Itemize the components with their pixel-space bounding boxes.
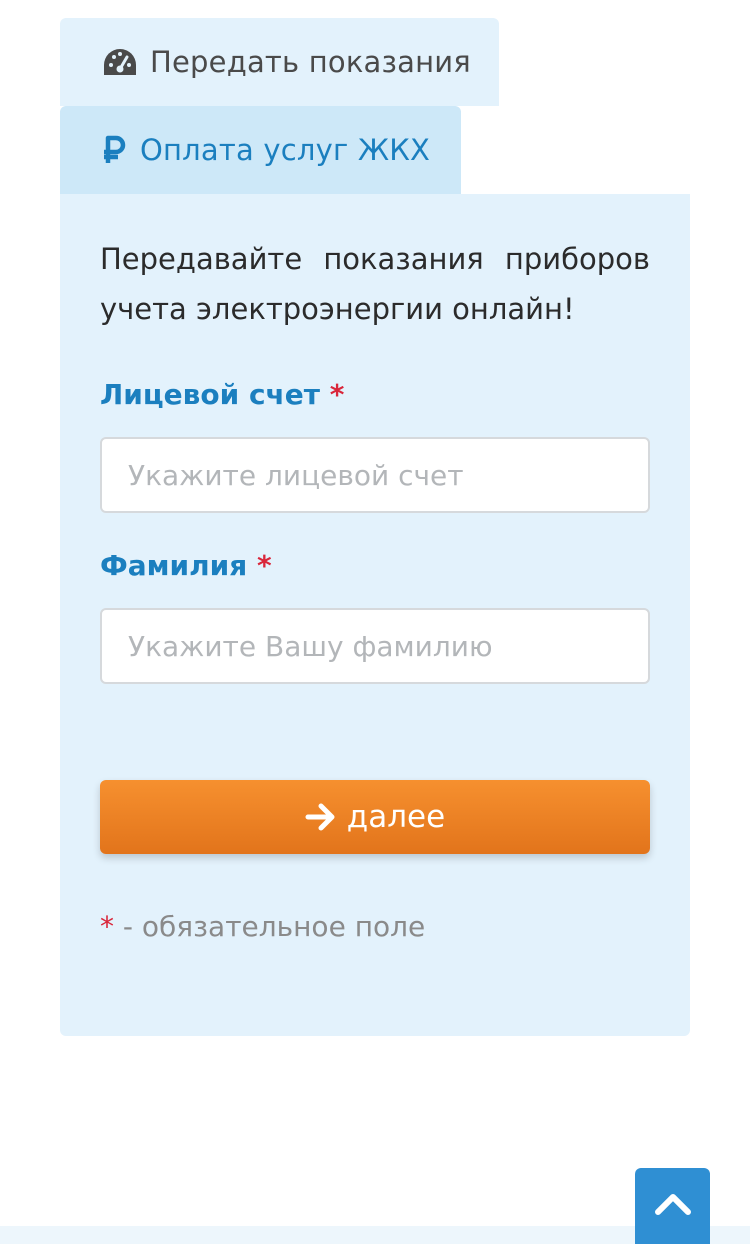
required-asterisk: * xyxy=(100,910,114,943)
arrow-right-icon xyxy=(305,803,337,831)
next-button[interactable]: далее xyxy=(100,780,650,854)
gauge-icon xyxy=(102,47,138,77)
account-input[interactable] xyxy=(100,437,650,513)
required-field-note: * - обязательное поле xyxy=(100,910,650,943)
form-intro-text: Передавайте показания приборов учета эле… xyxy=(100,242,650,326)
required-asterisk: * xyxy=(257,549,272,582)
tab-payment-label: Оплата услуг ЖКХ xyxy=(140,133,431,167)
required-note-text: - обязательное поле xyxy=(114,910,426,943)
tab-meter-readings[interactable]: Передать показания xyxy=(60,18,499,106)
tab-utility-payment[interactable]: Оплата услуг ЖКХ xyxy=(60,106,461,194)
chevron-up-icon xyxy=(654,1190,692,1220)
next-button-label: далее xyxy=(346,799,446,835)
surname-label-text: Фамилия xyxy=(100,549,248,582)
surname-field-label: Фамилия * xyxy=(100,549,650,582)
readings-form-panel: Передавайте показания приборов учета эле… xyxy=(60,194,690,1036)
scroll-to-top-button[interactable] xyxy=(635,1168,710,1244)
surname-input[interactable] xyxy=(100,608,650,684)
account-label-text: Лицевой счет xyxy=(100,378,320,411)
account-field-label: Лицевой счет * xyxy=(100,378,650,411)
ruble-icon xyxy=(102,135,128,165)
required-asterisk: * xyxy=(329,378,345,411)
tab-meter-label: Передать показания xyxy=(150,45,471,79)
